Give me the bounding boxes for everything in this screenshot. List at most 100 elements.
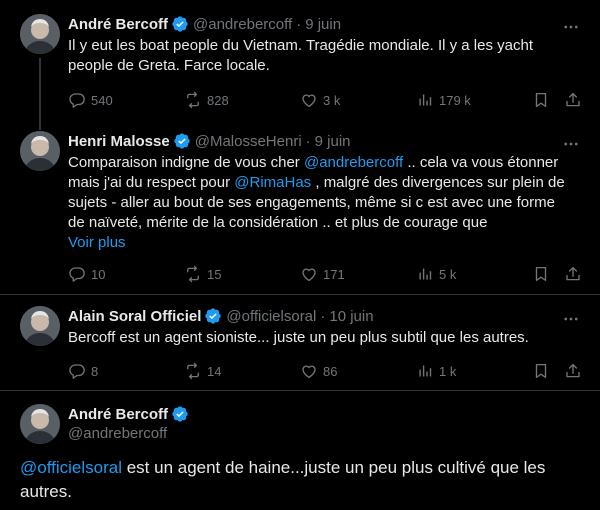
tweet-date[interactable]: 9 juin [305,16,341,33]
tweet-1[interactable]: André Bercoff @andrebercoff · 9 juin Il … [0,14,600,130]
mention-link[interactable]: @andrebercoff [304,154,403,171]
like-count: 171 [323,266,345,282]
views-button[interactable]: 1 k [416,361,456,381]
retweet-icon [184,362,202,380]
avatar-henri-malosse-image [20,131,60,171]
retweet-icon [184,91,202,109]
reply-button[interactable]: 8 [68,361,98,381]
retweet-button[interactable]: 14 [184,361,221,381]
views-icon [416,91,434,109]
separator-dot: · [305,132,311,150]
tweet-2[interactable]: Henri Malosse @MalosseHenri · 9 juin Com… [0,131,600,291]
share-button[interactable] [564,90,582,110]
like-button[interactable]: 171 [300,264,345,284]
thread-line [39,58,41,130]
retweet-count: 828 [207,92,229,108]
author-handle[interactable]: @MalosseHenri [195,133,302,150]
reply-button[interactable]: 10 [68,264,105,284]
reply-icon [68,362,86,380]
main-tweet-text: @officielsoral est un agent de haine...j… [20,456,580,504]
main-tweet: André Bercoff @andrebercoff @officielsor… [0,402,600,510]
more-icon[interactable] [562,18,580,36]
avatar[interactable] [20,404,60,444]
tweet-date[interactable]: 9 juin [315,133,351,150]
bookmark-button[interactable] [532,90,550,110]
view-count: 5 k [439,266,457,282]
separator-dot: · [296,15,302,33]
reply-button[interactable]: 540 [68,90,113,110]
more-icon[interactable] [562,310,580,328]
tweet-text: Comparaison indigne de vous cher @andreb… [68,153,573,233]
tweet-date[interactable]: 10 juin [329,308,373,325]
bookmark-icon [532,362,550,380]
like-icon [300,91,318,109]
like-button[interactable]: 3 k [300,90,340,110]
reply-icon [68,265,86,283]
verified-badge-icon [173,132,191,150]
tweet-header: Henri Malosse @MalosseHenri · 9 juin [68,131,351,151]
author-handle[interactable]: @andrebercoff [68,424,193,444]
avatar[interactable] [20,131,60,171]
verified-badge-icon [171,405,189,423]
bookmark-icon [532,91,550,109]
like-icon [300,265,318,283]
author-handle[interactable]: @andrebercoff [193,16,292,33]
like-icon [300,362,318,380]
views-button[interactable]: 5 k [416,264,456,284]
share-icon [564,362,582,380]
bookmark-icon [532,265,550,283]
author-name[interactable]: André Bercoff [68,406,168,423]
view-count: 179 k [439,92,471,108]
share-button[interactable] [564,361,582,381]
reply-count: 540 [91,92,113,108]
tweet-header: Alain Soral Officiel @officielsoral · 10… [68,306,374,326]
retweet-count: 15 [207,266,222,282]
reply-count: 10 [91,266,106,282]
tweet-header: André Bercoff @andrebercoff · 9 juin [68,14,341,34]
share-icon [564,265,582,283]
avatar-andre-bercoff-image [20,404,60,444]
more-icon[interactable] [562,135,580,153]
share-button[interactable] [564,264,582,284]
tweet-actions: 8 14 86 1 k [68,361,584,381]
share-icon [564,91,582,109]
views-button[interactable]: 179 k [416,90,471,110]
divider [0,390,600,391]
separator-dot: · [320,307,326,325]
views-icon [416,362,434,380]
like-button[interactable]: 86 [300,361,337,381]
retweet-button[interactable]: 828 [184,90,229,110]
verified-badge-icon [171,15,189,33]
retweet-count: 14 [207,363,222,379]
divider [0,294,600,295]
like-count: 86 [323,363,338,379]
retweet-button[interactable]: 15 [184,264,221,284]
mention-link[interactable]: @officielsoral [20,458,122,477]
author-name[interactable]: Alain Soral Officiel [68,308,201,325]
tweet-text: Bercoff est un agent sioniste... juste u… [68,329,529,346]
author-handle[interactable]: @officielsoral [226,308,316,325]
show-more-link[interactable]: Voir plus [68,233,126,253]
main-tweet-header: André Bercoff @andrebercoff [68,404,193,444]
avatar-andre-bercoff-image [20,14,60,54]
view-count: 1 k [439,363,457,379]
verified-badge-icon [204,307,222,325]
avatar[interactable] [20,14,60,54]
tweet-text-part: Comparaison indigne de vous cher [68,154,304,171]
tweet-text: Il y eut les boat people du Vietnam. Tra… [68,37,533,74]
reply-count: 8 [91,363,99,379]
bookmark-button[interactable] [532,361,550,381]
tweet-3[interactable]: Alain Soral Officiel @officielsoral · 10… [0,306,600,386]
mention-link[interactable]: @RimaHas [234,174,311,191]
tweet-actions: 540 828 3 k 179 k [68,90,584,110]
author-name[interactable]: André Bercoff [68,16,168,33]
avatar-alain-soral-image [20,306,60,346]
tweet-actions: 10 15 171 5 k [68,264,584,284]
avatar[interactable] [20,306,60,346]
like-count: 3 k [323,92,341,108]
main-author-name-row: André Bercoff [68,404,193,424]
retweet-icon [184,265,202,283]
bookmark-button[interactable] [532,264,550,284]
views-icon [416,265,434,283]
author-name[interactable]: Henri Malosse [68,133,170,150]
